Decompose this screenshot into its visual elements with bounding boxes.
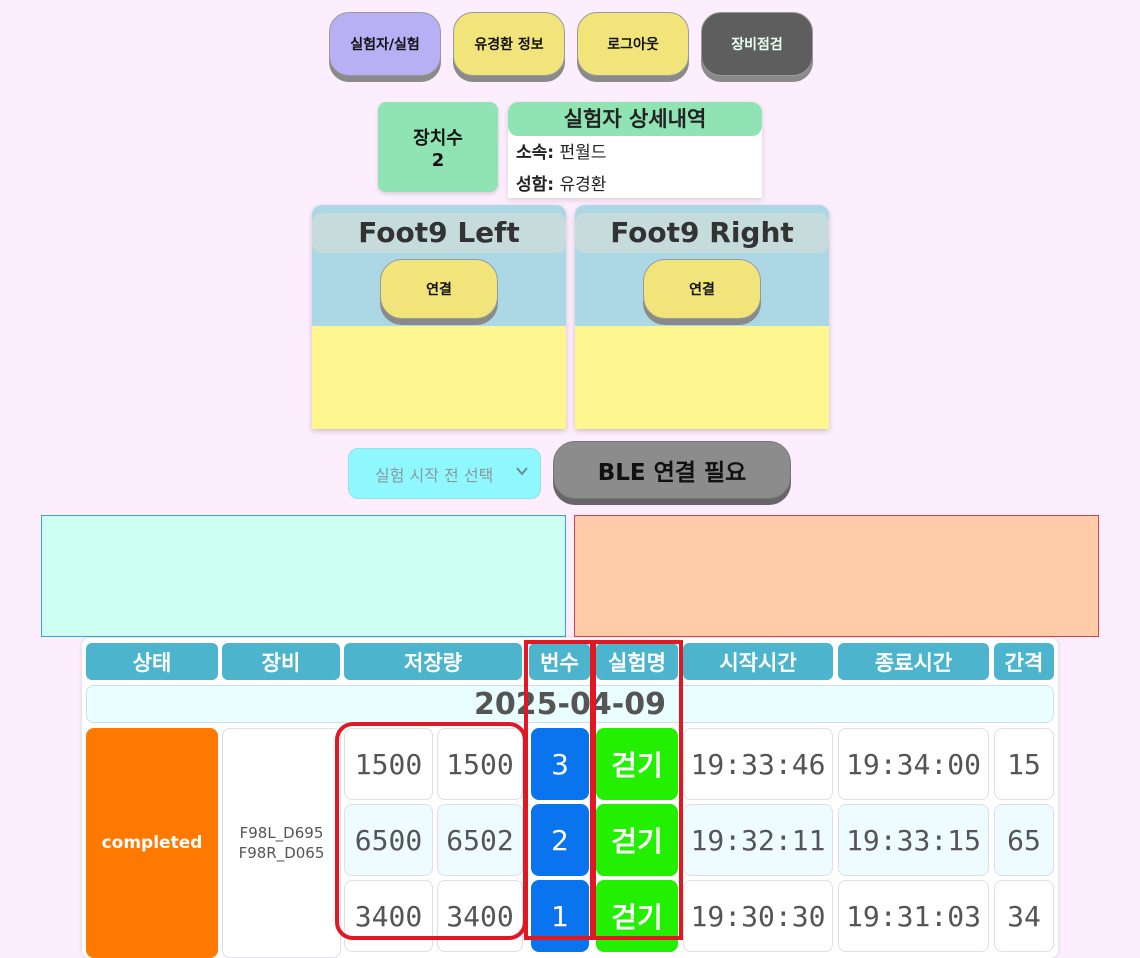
device-left-id: F98L_D695 xyxy=(239,824,324,842)
foot-right-title: Foot9 Right xyxy=(575,213,829,253)
start-time-row2: 19:32:11 xyxy=(683,804,833,876)
start-time-row1: 19:33:46 xyxy=(683,728,833,800)
foot-left-title: Foot9 Left xyxy=(312,213,566,253)
experiment-name-row2[interactable]: 걷기 xyxy=(596,804,678,876)
foot-left-card: Foot9 Left 연결 xyxy=(312,205,566,429)
storage-right-row3: 3400 xyxy=(437,880,523,952)
header-start-time: 시작시간 xyxy=(683,643,833,680)
interval-row3: 34 xyxy=(994,880,1054,952)
name-row: 성함: 유경환 xyxy=(508,168,762,198)
chevron-down-icon xyxy=(516,467,528,476)
number-row1[interactable]: 3 xyxy=(531,728,589,800)
name-value: 유경환 xyxy=(559,175,607,195)
interval-row2: 65 xyxy=(994,804,1054,876)
interval-row1: 15 xyxy=(994,728,1054,800)
device-count-label: 장치수 xyxy=(413,127,463,149)
header-status: 상태 xyxy=(86,643,218,680)
header-storage: 저장량 xyxy=(344,643,522,680)
header-interval: 간격 xyxy=(994,643,1054,680)
status-text: completed xyxy=(101,833,203,853)
storage-left-row1: 1500 xyxy=(344,728,433,800)
device-cell: F98L_D695 F98R_D065 xyxy=(222,728,341,958)
foot-left-connect-button[interactable]: 연결 xyxy=(380,259,498,319)
experimenter-experiment-button[interactable]: 실험자/실험 xyxy=(329,12,441,76)
status-completed-cell: completed xyxy=(86,728,218,958)
logout-button[interactable]: 로그아웃 xyxy=(577,12,689,76)
header-end-time: 종료시간 xyxy=(838,643,989,680)
left-graph-panel xyxy=(41,515,566,637)
storage-right-row1: 1500 xyxy=(437,728,523,800)
ble-connect-required-button[interactable]: BLE 연결 필요 xyxy=(553,441,791,499)
user-info-button[interactable]: 유경환 정보 xyxy=(453,12,565,76)
foot-right-data-area xyxy=(575,326,829,429)
affiliation-value: 펀월드 xyxy=(559,143,607,163)
number-row2[interactable]: 2 xyxy=(531,804,589,876)
storage-left-row2: 6500 xyxy=(344,804,433,876)
header-experiment-name: 실험명 xyxy=(596,643,678,680)
affiliation-label: 소속: xyxy=(516,143,555,163)
right-graph-panel xyxy=(574,515,1099,637)
name-label: 성함: xyxy=(516,175,555,195)
foot-right-card: Foot9 Right 연결 xyxy=(575,205,829,429)
experiment-select[interactable]: 실험 시작 전 선택 xyxy=(348,448,541,499)
storage-right-row2: 6502 xyxy=(437,804,523,876)
experiment-name-row1[interactable]: 걷기 xyxy=(596,728,678,800)
end-time-row2: 19:33:15 xyxy=(838,804,989,876)
end-time-row1: 19:34:00 xyxy=(838,728,989,800)
device-count-box: 장치수 2 xyxy=(378,102,498,192)
equipment-check-button[interactable]: 장비점검 xyxy=(701,12,813,76)
number-row3[interactable]: 1 xyxy=(531,880,589,952)
header-device: 장비 xyxy=(222,643,340,680)
storage-left-row3: 3400 xyxy=(344,880,433,952)
header-number: 번수 xyxy=(529,643,590,680)
affiliation-row: 소속: 펀월드 xyxy=(508,136,762,168)
device-right-id: F98R_D065 xyxy=(238,844,325,862)
experiment-name-row3[interactable]: 걷기 xyxy=(596,880,678,952)
detail-title: 실험자 상세내역 xyxy=(508,102,762,136)
start-time-row3: 19:30:30 xyxy=(683,880,833,952)
foot-right-connect-button[interactable]: 연결 xyxy=(643,259,761,319)
end-time-row3: 19:31:03 xyxy=(838,880,989,952)
date-group-row: 2025-04-09 xyxy=(86,685,1054,723)
foot-left-data-area xyxy=(312,326,566,429)
experiment-select-placeholder: 실험 시작 전 선택 xyxy=(375,465,494,485)
device-count-value: 2 xyxy=(431,149,445,171)
date-label: 2025-04-09 xyxy=(474,686,666,722)
experimenter-detail-card: 실험자 상세내역 소속: 펀월드 성함: 유경환 xyxy=(508,102,762,198)
